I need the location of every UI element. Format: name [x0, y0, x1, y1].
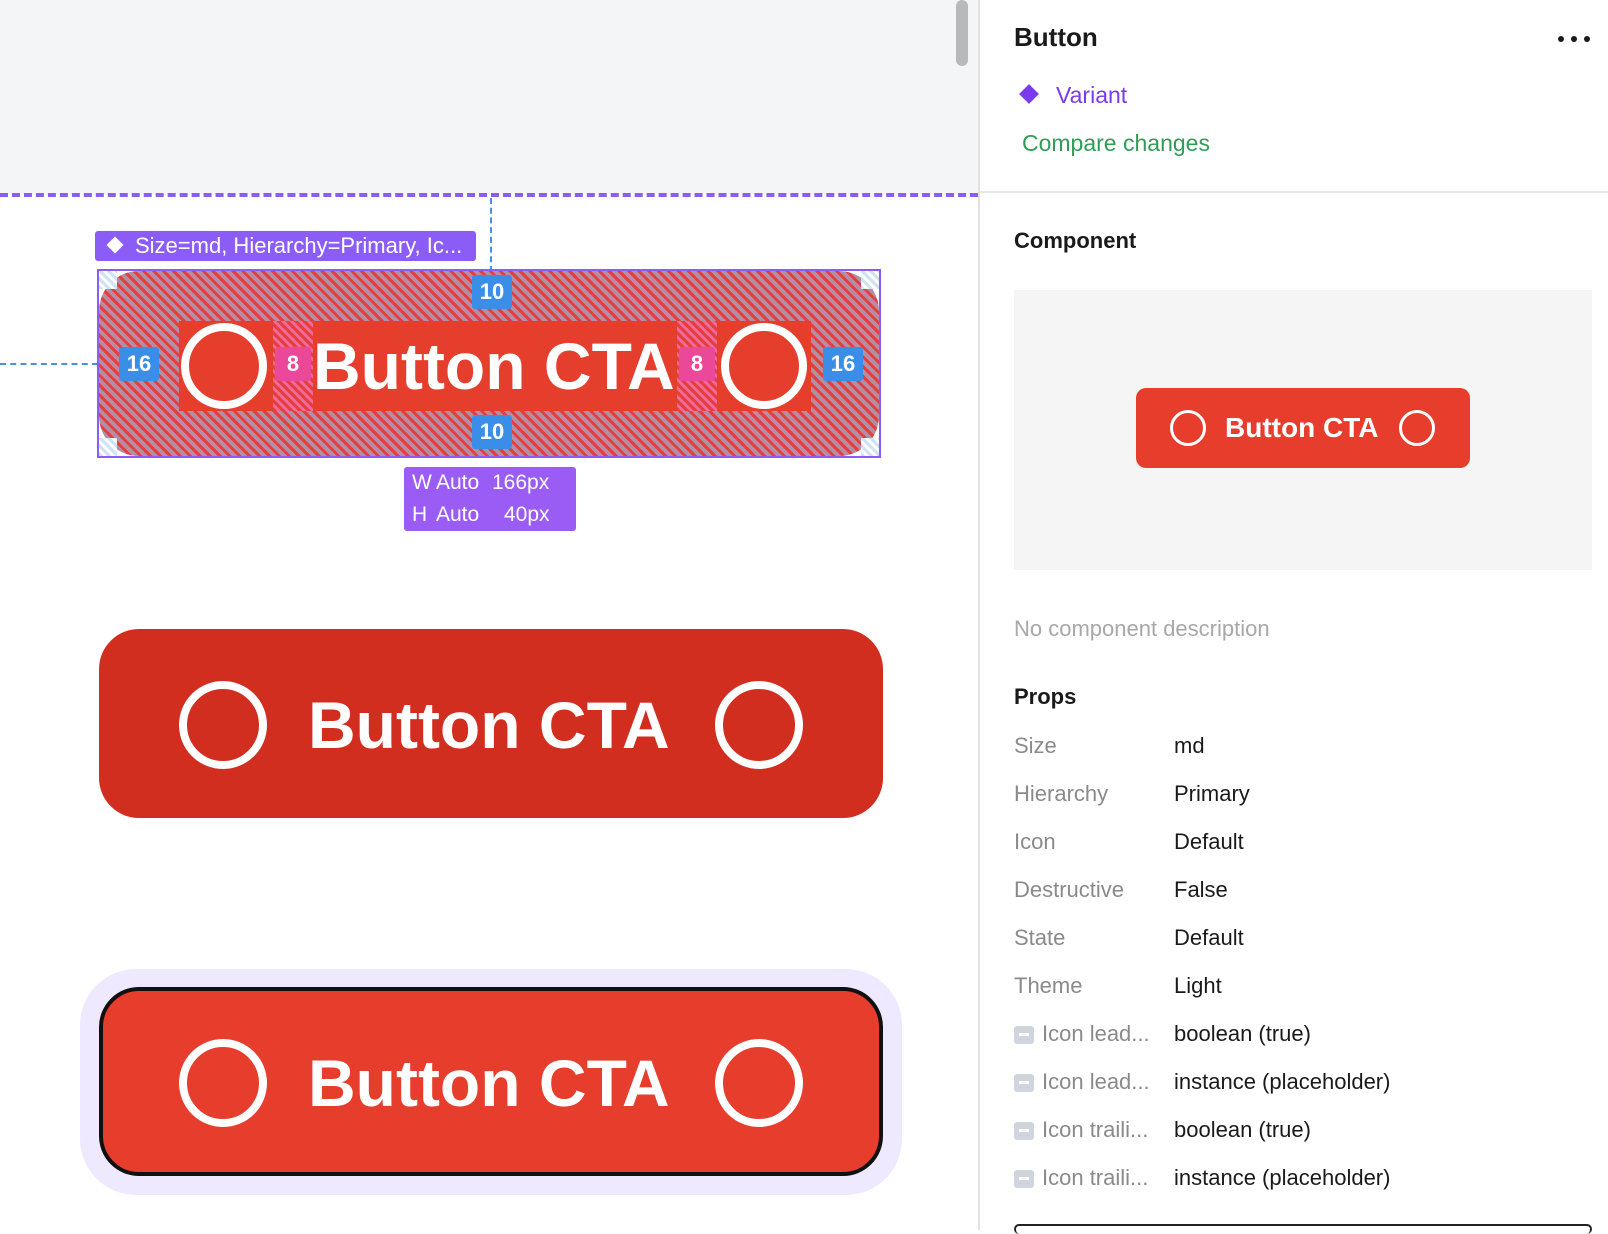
component-description[interactable]: No component description: [1014, 616, 1270, 642]
button-label: Button CTA: [308, 688, 670, 762]
prop-key: Hierarchy: [1014, 781, 1109, 806]
corner-overlay: [861, 438, 879, 456]
panel-button-edge[interactable]: [1014, 1224, 1592, 1234]
props-section-title: Props: [1014, 684, 1077, 709]
variant-link[interactable]: Variant: [1019, 82, 1128, 109]
variant-diamond-icon: [1019, 84, 1039, 104]
prop-key: Size: [1014, 733, 1057, 758]
placeholder-circle-icon: [179, 1039, 267, 1127]
component-preview: Button CTA: [1014, 290, 1592, 570]
prop-key: Icon traili...: [1042, 1117, 1149, 1142]
canvas-background: [0, 0, 978, 194]
preview-button: Button CTA: [1136, 388, 1470, 468]
measure-guide-horizontal: [0, 363, 98, 365]
leading-icon-frame[interactable]: [179, 321, 273, 411]
gap-left-badge: 8: [275, 347, 311, 381]
button-label: Button CTA: [313, 329, 675, 403]
height-key: H: [412, 503, 428, 526]
prop-key: Icon lead...: [1042, 1021, 1150, 1046]
section-divider: [980, 191, 1608, 193]
properties-panel: Button Variant Compare changes Component…: [978, 0, 1608, 1234]
prop-key-wrap: Icon traili...: [1014, 1154, 1170, 1202]
padding-top-badge: 10: [472, 275, 512, 309]
prop-key: Icon lead...: [1042, 1069, 1150, 1094]
prop-value[interactable]: md: [1174, 722, 1205, 770]
component-section-title: Component: [1014, 228, 1137, 253]
more-options-icon[interactable]: [1558, 36, 1594, 44]
width-value: 166px: [492, 471, 550, 494]
placeholder-circle-icon: [179, 681, 267, 769]
prop-key: State: [1014, 925, 1066, 950]
preview-button-label: Button CTA: [1225, 412, 1379, 443]
dimensions-tag: W Auto 166px H Auto 40px: [404, 467, 576, 531]
panel-title: Button: [1014, 22, 1098, 52]
prop-key: Icon traili...: [1042, 1165, 1149, 1190]
button-variant-focused[interactable]: Button CTA: [99, 987, 883, 1176]
measure-guide-vertical: [490, 198, 492, 272]
prop-key-wrap: Icon traili...: [1014, 1106, 1170, 1154]
arrow-right-icon: [1014, 1122, 1034, 1140]
swap-icon: [1014, 1074, 1034, 1092]
padding-right-badge: 16: [823, 347, 863, 381]
selected-button-variant[interactable]: Button CTA 10 10 16 16 8 8: [97, 269, 881, 458]
width-mode: Auto: [436, 471, 480, 494]
corner-overlay: [861, 271, 879, 289]
prop-value[interactable]: Default: [1174, 818, 1244, 866]
placeholder-circle-icon: [181, 323, 267, 409]
placeholder-circle-icon: [1170, 410, 1206, 446]
prop-key: Destructive: [1014, 877, 1125, 902]
prop-key-wrap: Icon lead...: [1014, 1010, 1170, 1058]
placeholder-circle-icon: [1399, 410, 1435, 446]
selection-variant-tag[interactable]: Size=md, Hierarchy=Primary, Ic...: [95, 231, 477, 261]
height-mode: Auto: [436, 503, 480, 526]
padding-bottom-badge: 10: [472, 415, 512, 449]
placeholder-circle-icon: [715, 681, 803, 769]
padding-left-badge: 16: [119, 347, 159, 381]
prop-value[interactable]: False: [1174, 866, 1228, 914]
arrow-left-icon: [1014, 1026, 1034, 1044]
design-canvas[interactable]: Size=md, Hierarchy=Primary, Ic... Button…: [0, 0, 978, 1230]
width-key: W: [412, 471, 432, 494]
prop-key: Theme: [1014, 973, 1083, 998]
prop-value[interactable]: Default: [1174, 914, 1244, 962]
prop-value[interactable]: Light: [1174, 962, 1222, 1010]
corner-overlay: [99, 438, 117, 456]
height-value: 40px: [504, 503, 550, 526]
prop-value[interactable]: instance (placeholder): [1174, 1058, 1390, 1106]
gap-right-badge: 8: [679, 347, 715, 381]
prop-value[interactable]: boolean (true): [1174, 1010, 1311, 1058]
placeholder-circle-icon: [721, 323, 807, 409]
variant-diamond-icon: [106, 236, 124, 254]
placeholder-circle-icon: [715, 1039, 803, 1127]
canvas-scrollbar[interactable]: [956, 0, 968, 66]
prop-key-wrap: Icon lead...: [1014, 1058, 1170, 1106]
prop-key: Icon: [1014, 829, 1056, 854]
component-set-border: [0, 193, 978, 197]
compare-changes-link[interactable]: Compare changes: [1022, 130, 1210, 157]
prop-value[interactable]: instance (placeholder): [1174, 1154, 1390, 1202]
prop-value[interactable]: Primary: [1174, 770, 1250, 818]
prop-value[interactable]: boolean (true): [1174, 1106, 1311, 1154]
selection-variant-label: Size=md, Hierarchy=Primary, Ic...: [135, 233, 463, 258]
trailing-icon-frame[interactable]: [717, 321, 811, 411]
variant-label: Variant: [1056, 82, 1128, 108]
button-variant-hover[interactable]: Button CTA: [99, 629, 883, 818]
button-label: Button CTA: [308, 1046, 670, 1120]
corner-overlay: [99, 271, 117, 289]
label-frame[interactable]: Button CTA: [313, 321, 677, 411]
swap-icon: [1014, 1170, 1034, 1188]
